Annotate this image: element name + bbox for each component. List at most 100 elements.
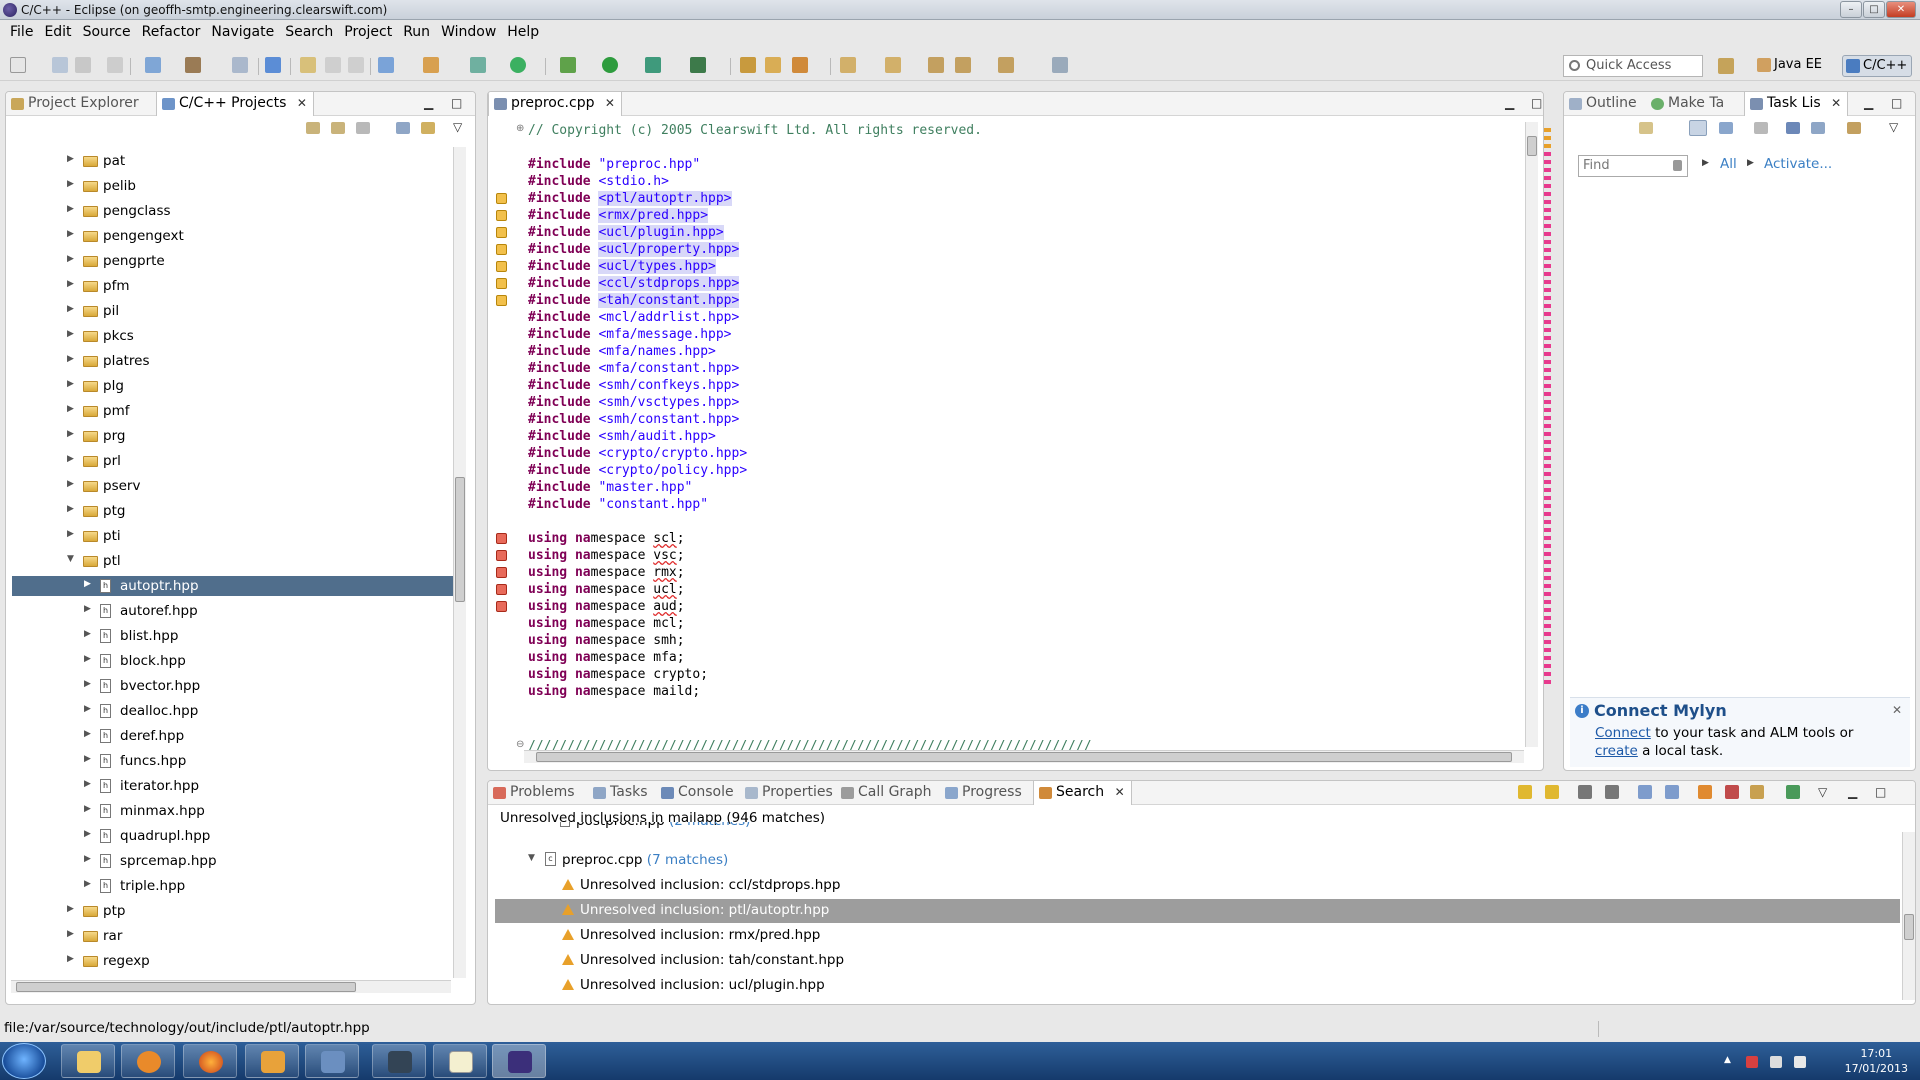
create-link[interactable]: create [1595, 743, 1638, 759]
remove-all-matches-icon[interactable] [1605, 785, 1619, 799]
new-class-icon[interactable] [470, 57, 486, 73]
tree-vertical-scrollbar[interactable] [453, 147, 466, 978]
tab-search[interactable]: Search ✕ [1033, 781, 1132, 805]
tree-file[interactable]: ▶ h block.hpp [12, 651, 457, 671]
overview-marker[interactable] [1544, 672, 1551, 676]
overview-marker[interactable] [1544, 288, 1551, 292]
tree-folder[interactable]: ▼ ptl [12, 551, 457, 571]
menu-navigate[interactable]: Navigate [207, 21, 281, 43]
cursor-icon[interactable] [265, 57, 281, 73]
minimize-view-icon[interactable]: ▁ [1864, 96, 1873, 110]
expand-arrow-icon[interactable]: ▶ [67, 404, 74, 414]
minimize-editor-icon[interactable]: ▁ [1505, 96, 1514, 110]
expand-arrow-icon[interactable]: ▶ [67, 454, 74, 464]
tree-folder[interactable]: ▶ ptp [12, 901, 457, 921]
overview-marker[interactable] [1544, 200, 1551, 204]
expand-arrow-icon[interactable]: ▶ [84, 879, 91, 889]
expand-arrow-icon[interactable]: ▶ [84, 654, 91, 664]
search-result-row[interactable]: Unresolved inclusion: ccl/stdprops.hpp [495, 874, 1900, 898]
overview-marker[interactable] [1544, 664, 1551, 668]
tree-folder[interactable]: ▶ pengclass [12, 201, 457, 221]
search-result-row[interactable]: Unresolved inclusion: ucl/plugin.hpp [495, 974, 1900, 998]
rerun-search-icon[interactable] [1698, 785, 1712, 799]
tree-scroll-thumb[interactable] [455, 477, 465, 602]
overview-marker[interactable] [1544, 144, 1551, 148]
sync-icon[interactable] [1847, 122, 1861, 134]
close-icon[interactable]: ✕ [1831, 96, 1841, 110]
taskbar-explorer[interactable] [61, 1044, 115, 1078]
tree-folder[interactable]: ▶ pengengext [12, 226, 457, 246]
overview-marker[interactable] [1544, 584, 1551, 588]
overview-marker[interactable] [1544, 304, 1551, 308]
perspective-cpp[interactable]: C/C++ [1842, 55, 1913, 77]
taskbar-outlook[interactable] [245, 1044, 299, 1078]
expand-arrow-icon[interactable]: ▶ [84, 754, 91, 764]
overview-marker[interactable] [1544, 136, 1551, 140]
last-edit-icon[interactable] [928, 57, 944, 73]
menu-search[interactable]: Search [281, 21, 340, 43]
expand-arrow-icon[interactable]: ▶ [67, 954, 74, 964]
overview-marker[interactable] [1544, 232, 1551, 236]
expand-arrow-icon[interactable]: ▶ [84, 629, 91, 639]
overview-marker[interactable] [1544, 344, 1551, 348]
collapse-arrow-icon[interactable]: ▼ [67, 554, 74, 564]
overview-marker[interactable] [1544, 592, 1551, 596]
menu-help[interactable]: Help [503, 21, 546, 43]
overview-marker[interactable] [1544, 152, 1551, 156]
tree-file[interactable]: ▶ h minmax.hpp [12, 801, 457, 821]
warning-marker-icon[interactable] [496, 193, 507, 204]
tree-folder[interactable]: ▶ pmf [12, 401, 457, 421]
tree-file[interactable]: ▶ h funcs.hpp [12, 751, 457, 771]
task-find-field[interactable]: Find [1578, 155, 1688, 177]
overview-marker[interactable] [1544, 296, 1551, 300]
overview-marker[interactable] [1544, 456, 1551, 460]
overview-marker[interactable] [1544, 576, 1551, 580]
tab-problems[interactable]: Problems [488, 781, 581, 805]
overview-marker[interactable] [1544, 400, 1551, 404]
expand-arrow-icon[interactable]: ▶ [67, 379, 74, 389]
minimize-view-icon[interactable]: ▁ [1848, 785, 1857, 799]
overview-marker[interactable] [1544, 480, 1551, 484]
expand-arrow-icon[interactable]: ▶ [67, 204, 74, 214]
overview-marker[interactable] [1544, 464, 1551, 468]
tab-preproc-cpp[interactable]: preproc.cpp ✕ [488, 92, 622, 116]
taskbar-media-player[interactable] [121, 1044, 175, 1078]
tree-folder[interactable]: ▶ pserv [12, 476, 457, 496]
volume-icon[interactable] [1794, 1056, 1806, 1068]
external-tools-icon[interactable] [690, 57, 706, 73]
overview-marker[interactable] [1544, 240, 1551, 244]
tree-folder[interactable]: ▶ pkcs [12, 326, 457, 346]
collapse-all-icon[interactable] [1665, 785, 1679, 799]
overview-marker[interactable] [1544, 648, 1551, 652]
tree-folder[interactable]: ▶ platres [12, 351, 457, 371]
collapse-icon[interactable] [1811, 122, 1825, 134]
collapse-arrow-icon[interactable]: ▼ [528, 853, 535, 863]
overview-marker[interactable] [1544, 352, 1551, 356]
overview-marker[interactable] [1544, 424, 1551, 428]
tree-folder[interactable]: ▶ pengprte [12, 251, 457, 271]
tree-file[interactable]: ▶ h triple.hpp [12, 876, 457, 896]
print-icon[interactable] [107, 57, 123, 73]
open-element-icon[interactable] [765, 57, 781, 73]
overview-marker[interactable] [1544, 536, 1551, 540]
overview-marker[interactable] [1544, 600, 1551, 604]
close-icon[interactable]: ✕ [1892, 703, 1902, 717]
tab-properties[interactable]: Properties [740, 781, 839, 805]
menu-edit[interactable]: Edit [40, 21, 78, 43]
search-tool-icon[interactable] [792, 57, 808, 73]
error-marker-icon[interactable] [496, 584, 507, 595]
overview-marker[interactable] [1544, 184, 1551, 188]
expand-arrow-icon[interactable]: ▶ [84, 679, 91, 689]
previous-match-icon[interactable] [1545, 785, 1559, 799]
taskbar-notepad[interactable] [433, 1044, 487, 1078]
run-icon[interactable] [602, 57, 618, 73]
warning-marker-icon[interactable] [496, 210, 507, 221]
tree-folder[interactable]: ▶ plg [12, 376, 457, 396]
search-result-row[interactable]: Unresolved inclusion: rmx/pred.hpp [495, 924, 1900, 948]
overview-marker[interactable] [1544, 376, 1551, 380]
new-task-icon[interactable] [1639, 122, 1653, 134]
activate-task-link[interactable]: Activate... [1764, 156, 1832, 172]
prev-annotation-icon[interactable] [885, 57, 901, 73]
network-icon[interactable] [1770, 1056, 1782, 1068]
expand-arrow-icon[interactable]: ▶ [67, 229, 74, 239]
